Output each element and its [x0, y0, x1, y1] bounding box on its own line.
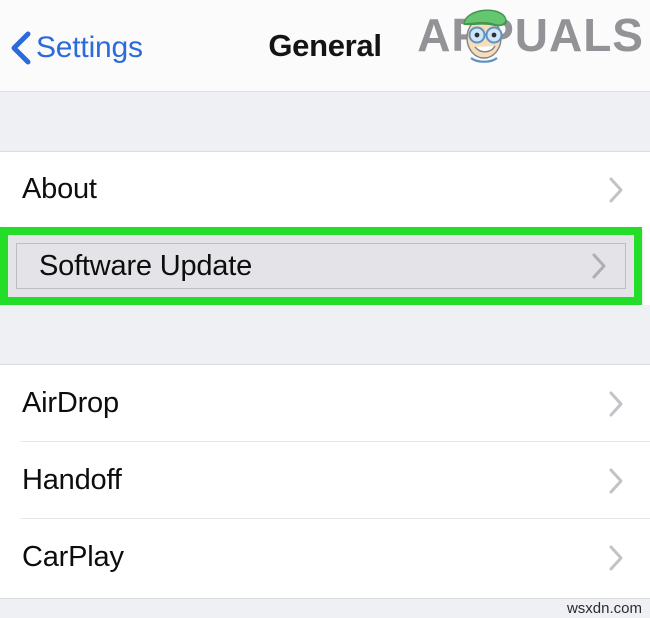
chevron-right-icon [592, 253, 606, 279]
appuals-wordmark: APPUALS [417, 9, 644, 61]
list-item-label: Handoff [22, 464, 122, 496]
cartoon-face-icon [463, 9, 507, 63]
footer-bar: wsxdn.com [0, 598, 650, 618]
about-section: About [0, 152, 650, 227]
list-item-about[interactable]: About [0, 152, 650, 227]
list-item-label: CarPlay [22, 541, 124, 573]
list-item-handoff[interactable]: Handoff [0, 442, 650, 519]
list-item-software-update[interactable]: Software Update [16, 243, 626, 289]
section-gap-middle [0, 305, 650, 365]
list-item-label: AirDrop [22, 387, 119, 419]
list-item-carplay[interactable]: CarPlay [0, 519, 650, 596]
chevron-right-icon [609, 391, 623, 416]
connectivity-section: AirDrop Handoff CarPlay [0, 365, 650, 598]
list-item-label: Software Update [39, 249, 253, 282]
list-item-airdrop[interactable]: AirDrop [0, 365, 650, 442]
chevron-right-icon [609, 468, 623, 493]
section-gap-top [0, 92, 650, 152]
list-item-label: About [22, 173, 97, 205]
navigation-bar: Settings General APPUALS [0, 0, 650, 92]
chevron-right-icon [609, 177, 623, 202]
settings-general-screen: Settings General APPUALS About Software … [0, 0, 650, 618]
appuals-watermark: APPUALS [417, 4, 644, 66]
annotation-highlight-box: Software Update [0, 227, 642, 305]
chevron-right-icon [609, 545, 623, 570]
site-watermark: wsxdn.com [566, 600, 642, 617]
